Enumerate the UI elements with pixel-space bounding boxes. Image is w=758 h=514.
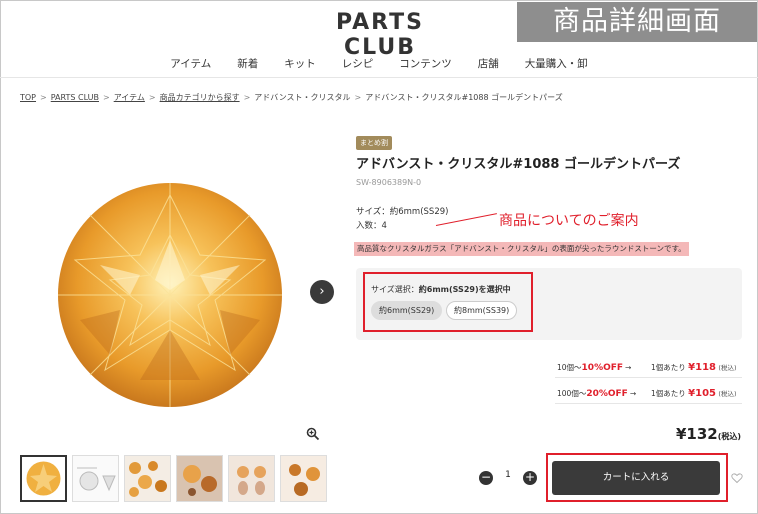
price-tax-note: (税込) (717, 432, 742, 441)
nav-item-new[interactable]: 新着 (224, 50, 271, 77)
thumbnail[interactable] (20, 455, 67, 502)
bulk-unit-label: 1個あたり (651, 363, 686, 372)
bulk-tax-note: (税込) (718, 390, 737, 398)
add-to-cart-button[interactable]: カートに入れる (552, 461, 720, 495)
breadcrumb-category[interactable]: 商品カテゴリから探す (160, 93, 240, 102)
thumbnail[interactable] (176, 455, 223, 502)
nav-item-contents[interactable]: コンテンツ (386, 50, 465, 77)
bulk-percent: 20%OFF (586, 389, 628, 399)
nav-item-stores[interactable]: 店舗 (465, 50, 512, 77)
thumbnail-accessory (177, 456, 222, 501)
bulk-discount-row: 100個～20%OFF → 1個あたり ¥105 (税込) (555, 382, 742, 404)
nav-item-recipe[interactable]: レシピ (329, 50, 387, 77)
size-select-prefix: サイズ選択： (371, 285, 419, 294)
size-option-6mm[interactable]: 約6mm(SS29) (371, 301, 443, 320)
thumbnail-crystal-image (22, 457, 65, 500)
breadcrumb-top[interactable]: TOP (20, 93, 36, 102)
bulk-unit-label: 1個あたり (651, 389, 686, 398)
main-nav: アイテム 新着 キット レシピ コンテンツ 店舗 大量購入・卸 (0, 50, 758, 78)
zoom-in-icon[interactable] (306, 427, 320, 441)
bulk-discount-condition: 100個～20%OFF → (557, 388, 636, 399)
product-title: アドバンスト・クリスタル#1088 ゴールデントパーズ (356, 157, 681, 172)
annotation-label: 商品についてのご案内 (499, 213, 639, 229)
size-option-8mm[interactable]: 約8mm(SS39) (446, 301, 518, 320)
bulk-discount-condition: 10個～10%OFF → (557, 362, 631, 373)
bulk-qty: 10個～ (557, 363, 582, 372)
nav-item-wholesale[interactable]: 大量購入・卸 (512, 50, 601, 77)
bulk-discount-tag: まとめ割 (356, 136, 392, 150)
product-main-image (58, 183, 282, 407)
thumbnail[interactable] (280, 455, 327, 502)
bulk-percent: 10%OFF (581, 363, 624, 373)
breadcrumb-separator: > (243, 93, 251, 102)
nav-item-kit[interactable]: キット (271, 50, 329, 77)
bulk-price: ¥105 (688, 388, 717, 399)
arrow-right-icon: → (625, 363, 632, 372)
quantity-stepper: − 1 + (474, 464, 544, 492)
price-value: ¥132 (676, 425, 718, 443)
breadcrumb-parts-club[interactable]: PARTS CLUB (51, 93, 99, 102)
bulk-price: ¥118 (688, 362, 717, 373)
thumbnail[interactable] (124, 455, 171, 502)
thumbnail-jewelry (281, 456, 326, 501)
arrow-right-icon: → (629, 389, 637, 398)
breadcrumb-separator: > (148, 93, 156, 102)
product-description: 高品質なクリスタルガラス「アドバンスト・クリスタル」の表面が尖ったラウンドストー… (354, 242, 689, 256)
product-price: ¥132(税込) (676, 425, 741, 443)
breadcrumb: TOP > PARTS CLUB > アイテム > 商品カテゴリから探す > アドバンスト・クリ… (20, 92, 563, 103)
quantity-input[interactable]: 1 (498, 470, 518, 480)
bulk-unit-price: 1個あたり ¥105 (税込) (651, 388, 736, 399)
breadcrumb-items[interactable]: アイテム (114, 93, 145, 102)
bulk-tax-note: (税込) (718, 364, 737, 372)
breadcrumb-separator: > (102, 93, 110, 102)
breadcrumb-separator: > (40, 93, 47, 102)
thumbnail[interactable] (228, 455, 275, 502)
quantity-increase-button[interactable]: + (523, 471, 537, 485)
bulk-unit-price: 1個あたり ¥118 (税込) (651, 362, 736, 373)
product-sku: SW-8906389N-0 (356, 178, 422, 187)
quantity-decrease-button[interactable]: − (479, 471, 493, 485)
bulk-qty: 100個～ (557, 389, 587, 398)
thumbnail-strip (20, 455, 327, 502)
thumbnail-scattered-crystals (125, 456, 170, 501)
bulk-discount-row: 10個～10%OFF → 1個あたり ¥118 (税込) (555, 356, 742, 378)
thumbnail-size-diagram (73, 456, 118, 501)
product-quantity-spec: 入数：4 (356, 221, 387, 231)
breadcrumb-current: アドバンスト・クリスタル#1088 ゴールデントパーズ (365, 93, 563, 102)
heart-icon[interactable] (731, 472, 743, 484)
thumbnail-earrings (229, 456, 274, 501)
nav-item-items[interactable]: アイテム (157, 50, 224, 77)
size-select-current: 約6mm(SS29)を選択中 (418, 285, 511, 294)
thumbnail[interactable] (72, 455, 119, 502)
breadcrumb-separator: > (354, 93, 362, 102)
next-image-button[interactable]: › (310, 280, 334, 304)
breadcrumb-advanced-crystal[interactable]: アドバンスト・クリスタル (254, 93, 350, 102)
size-select-label: サイズ選択：約6mm(SS29)を選択中 (371, 284, 511, 295)
annotation-badge: 商品詳細画面 (517, 2, 757, 42)
product-size-spec: サイズ：約6mm(SS29) (356, 207, 449, 217)
